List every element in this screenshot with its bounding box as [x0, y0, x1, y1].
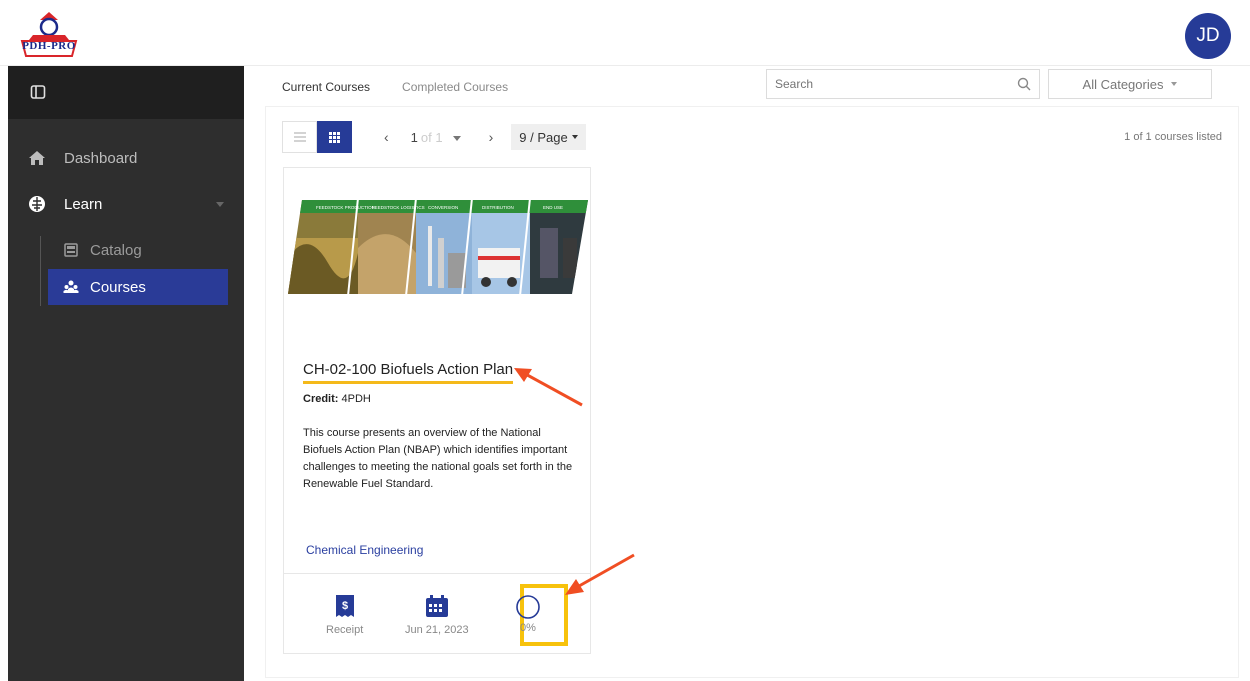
search-icon[interactable] — [1017, 77, 1031, 91]
category-select-value: All Categories — [1082, 76, 1164, 92]
list-toolbar: ‹ 1 of 1 › 9 / Page — [282, 120, 586, 154]
sidebar-item-label: Dashboard — [64, 149, 138, 167]
receipt-icon: $ — [335, 595, 354, 617]
enrollment-date: Jun 21, 2023 — [405, 594, 469, 636]
svg-text:$: $ — [342, 600, 348, 612]
logo-text: PDH-PRO — [22, 40, 76, 52]
current-page: 1 — [410, 129, 418, 145]
chevron-down-icon — [1171, 82, 1178, 86]
calendar-icon — [425, 595, 448, 617]
grid-icon — [329, 131, 340, 143]
chevron-left-icon[interactable]: ‹ — [384, 129, 389, 145]
chevron-down-icon — [216, 202, 224, 207]
home-icon — [28, 149, 46, 167]
page-selector[interactable]: 1 of 1 — [411, 130, 461, 145]
sidebar-item-dashboard[interactable]: Dashboard — [8, 140, 244, 176]
progress-label: 0% — [520, 622, 536, 634]
courses-count: 1 of 1 courses listed — [1124, 131, 1222, 143]
sidebar-header — [8, 66, 244, 119]
progress-ring-icon — [516, 595, 540, 619]
course-credit: Credit: 4PDH — [303, 393, 371, 405]
sidebar-toggle-icon[interactable] — [30, 84, 46, 100]
annotation-arrow-progress — [565, 553, 635, 595]
course-description: This course presents an overview of the … — [303, 427, 573, 490]
per-page-select[interactable]: 9 / Page — [511, 124, 586, 150]
progress-indicator[interactable]: 0% — [515, 594, 541, 634]
course-category-link[interactable]: Chemical Engineering — [306, 543, 423, 557]
user-avatar[interactable]: JD — [1185, 13, 1231, 59]
category-select[interactable]: All Categories — [1048, 69, 1212, 99]
catalog-icon — [62, 241, 80, 259]
search-input[interactable] — [767, 70, 997, 98]
caret-down-icon — [452, 135, 461, 141]
receipt-button[interactable]: $ Receipt — [326, 594, 363, 636]
courses-panel: ‹ 1 of 1 › 9 / Page 1 of 1 courses listed — [265, 106, 1239, 678]
sidebar: Dashboard Learn Catalog Courses — [8, 66, 244, 681]
people-icon — [62, 278, 80, 296]
image-label-distribution: DISTRIBUTION — [482, 205, 514, 210]
credit-value: 4PDH — [341, 393, 371, 405]
course-tabs: Current Courses Completed Courses — [282, 80, 508, 94]
sidebar-item-label: Catalog — [90, 241, 142, 259]
sidebar-item-catalog[interactable]: Catalog — [48, 232, 228, 268]
tab-completed-courses[interactable]: Completed Courses — [402, 80, 508, 94]
tree-line — [40, 236, 41, 306]
title-highlight — [303, 381, 513, 384]
receipt-label: Receipt — [326, 624, 364, 636]
brain-icon — [28, 195, 46, 213]
sidebar-item-learn[interactable]: Learn — [8, 186, 244, 222]
page-total: of 1 — [420, 129, 443, 145]
caret-down-icon — [571, 135, 578, 139]
image-label-feedstock-logistics: FEEDSTOCK LOGISTICS — [372, 205, 425, 210]
annotation-arrow-title — [514, 368, 583, 407]
list-view-button[interactable] — [282, 121, 317, 153]
tab-current-courses[interactable]: Current Courses — [282, 80, 370, 94]
chevron-right-icon[interactable]: › — [489, 129, 494, 145]
pdh-pro-logo[interactable]: PDH-PRO — [14, 10, 84, 58]
sidebar-item-label: Learn — [64, 195, 103, 213]
credit-label: Credit: — [303, 393, 339, 405]
search-box — [766, 69, 1040, 99]
image-label-end-use: END USE — [543, 205, 563, 210]
image-label-feedstock-production: FEEDSTOCK PRODUCTION — [316, 205, 375, 210]
course-title[interactable]: CH-02-100 Biofuels Action Plan — [303, 361, 513, 378]
sidebar-item-label: Courses — [90, 278, 146, 296]
top-bar: PDH-PRO JD — [0, 0, 1250, 66]
grid-view-button[interactable] — [317, 121, 352, 153]
main-content: Current Courses Completed Courses All Ca… — [264, 66, 1242, 681]
course-card-footer: $ Receipt Jun 21, 2023 0% — [284, 573, 590, 653]
sidebar-item-courses[interactable]: Courses — [48, 269, 228, 305]
date-label: Jun 21, 2023 — [405, 624, 469, 636]
image-label-conversion: CONVERSION — [428, 205, 458, 210]
course-thumbnail[interactable]: FEEDSTOCK PRODUCTION FEEDSTOCK LOGISTICS… — [288, 198, 588, 296]
list-icon — [293, 132, 306, 142]
per-page-value: 9 / Page — [519, 129, 568, 145]
